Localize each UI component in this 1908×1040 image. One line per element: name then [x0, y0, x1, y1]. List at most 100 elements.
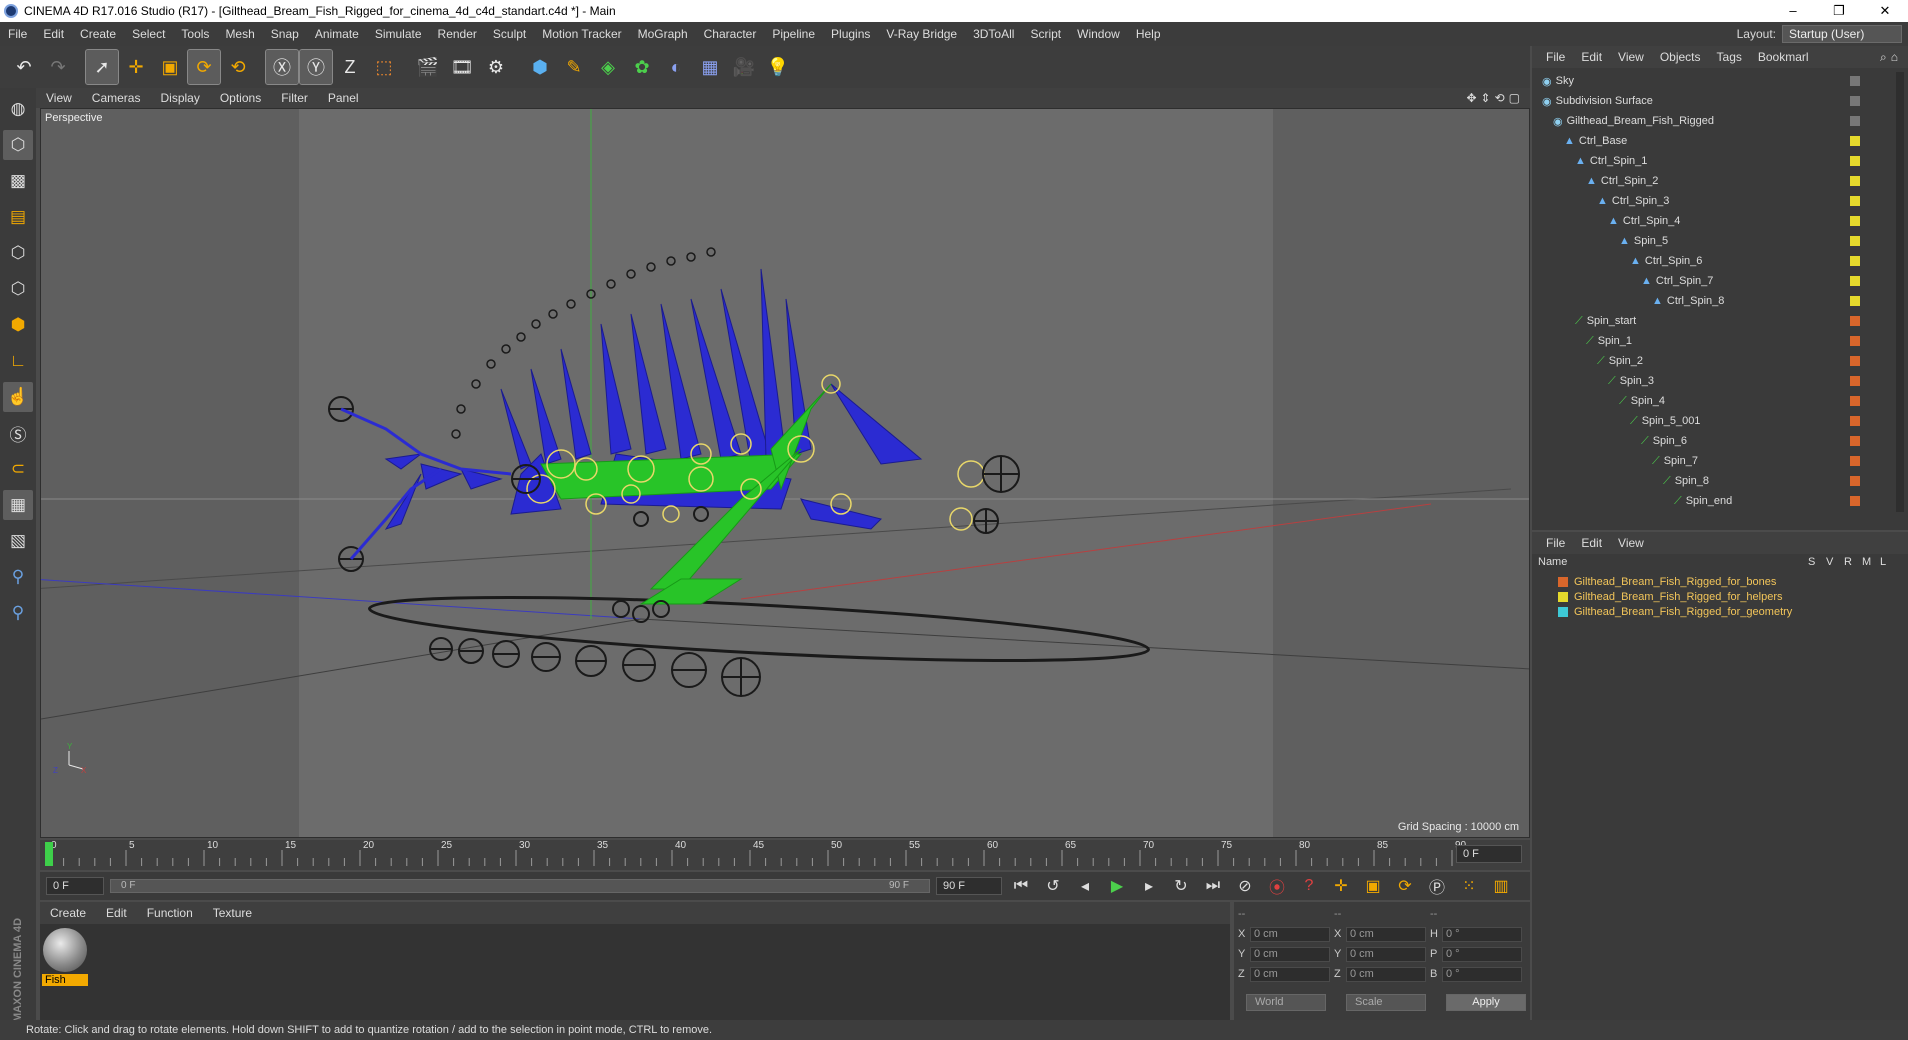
size-x-field[interactable]: 0 cm	[1346, 926, 1426, 942]
viewport-navigation-icons[interactable]: ✥⇕⟲▢	[1466, 91, 1530, 105]
layer-row[interactable]: Gilthead_Bream_Fish_Rigged_for_geometry	[1532, 604, 1892, 619]
magnet-icon[interactable]: ⊂	[3, 454, 33, 484]
pos-y-field[interactable]: 0 cm	[1250, 946, 1330, 962]
menu-mesh[interactable]: Mesh	[217, 27, 262, 41]
object-row[interactable]: ⟋ Spin_end	[1532, 492, 1882, 510]
layer-menu-edit[interactable]: Edit	[1573, 536, 1610, 550]
object-row[interactable]: ▲ Ctrl_Spin_1	[1532, 152, 1882, 170]
previous-key-icon[interactable]: ↺	[1040, 874, 1066, 898]
x-axis-icon[interactable]: Ⓧ	[265, 49, 299, 85]
record-active-icon[interactable]: ⦿	[1264, 874, 1290, 898]
previous-frame-icon[interactable]: ◂	[1072, 874, 1098, 898]
object-menu-bookmarks[interactable]: Bookmarl	[1750, 50, 1817, 64]
points-mode-icon[interactable]: ⬡	[3, 238, 33, 268]
menu-animate[interactable]: Animate	[307, 27, 367, 41]
move-icon[interactable]: ✛	[120, 50, 152, 84]
viewport-menu-cameras[interactable]: Cameras	[82, 91, 151, 105]
menu-select[interactable]: Select	[124, 27, 173, 41]
menu-render[interactable]: Render	[430, 27, 485, 41]
close-icon[interactable]: ✕	[1862, 3, 1908, 19]
edges-mode-icon[interactable]: ⬡	[3, 274, 33, 304]
layer-color-tag[interactable]	[1850, 476, 1860, 486]
layer-color-tag[interactable]	[1850, 436, 1860, 446]
layer-color-swatch[interactable]	[1558, 576, 1568, 587]
play-icon[interactable]: ▶	[1104, 874, 1130, 898]
menu-simulate[interactable]: Simulate	[367, 27, 430, 41]
layer-color-tag[interactable]	[1850, 76, 1860, 86]
object-row[interactable]: ▲ Ctrl_Spin_6	[1532, 252, 1882, 270]
viewport-menu-view[interactable]: View	[36, 91, 82, 105]
object-menu-objects[interactable]: Objects	[1652, 50, 1709, 64]
menu-snap[interactable]: Snap	[263, 27, 307, 41]
render-settings-icon[interactable]: ⚙	[480, 50, 512, 84]
layer-color-tag[interactable]	[1850, 356, 1860, 366]
python-script-icon[interactable]: ⚲	[3, 598, 33, 628]
object-row[interactable]: ▲ Ctrl_Spin_7	[1532, 272, 1882, 290]
material-menu-edit[interactable]: Edit	[96, 906, 137, 920]
object-row[interactable]: ▲ Ctrl_Spin_8	[1532, 292, 1882, 310]
make-editable-icon[interactable]: ◍	[3, 94, 33, 124]
object-row[interactable]: ▲ Ctrl_Spin_2	[1532, 172, 1882, 190]
layer-color-tag[interactable]	[1850, 196, 1860, 206]
menu-motion-tracker[interactable]: Motion Tracker	[534, 27, 629, 41]
material-menu-create[interactable]: Create	[40, 906, 96, 920]
next-frame-icon[interactable]: ▸	[1136, 874, 1162, 898]
cube-icon[interactable]: ⬢	[524, 50, 556, 84]
layer-color-tag[interactable]	[1850, 236, 1860, 246]
render-view-icon[interactable]: 🎬	[412, 50, 444, 84]
viewport-menu-filter[interactable]: Filter	[271, 91, 318, 105]
layer-color-tag[interactable]	[1850, 496, 1860, 506]
object-row[interactable]: ⟋ Spin_3	[1532, 372, 1882, 390]
object-menu-edit[interactable]: Edit	[1573, 50, 1610, 64]
autokey-icon[interactable]: ?	[1296, 874, 1322, 898]
layer-color-tag[interactable]	[1850, 116, 1860, 126]
object-row[interactable]: ◉ Sky	[1532, 72, 1882, 90]
rotate-icon[interactable]: ⟳	[187, 49, 221, 85]
layer-menu-file[interactable]: File	[1538, 536, 1573, 550]
layer-color-tag[interactable]	[1850, 96, 1860, 106]
layer-color-tag[interactable]	[1850, 376, 1860, 386]
menu-pipeline[interactable]: Pipeline	[764, 27, 823, 41]
start-frame-field[interactable]: 0 F	[46, 877, 104, 895]
current-frame-field[interactable]: 0 F	[1456, 845, 1522, 863]
model-mode-icon[interactable]: ⬡	[3, 130, 33, 160]
menu-file[interactable]: File	[0, 27, 35, 41]
python-icon[interactable]: ⚲	[3, 562, 33, 592]
camera-icon[interactable]: 🎥	[728, 50, 760, 84]
layer-row[interactable]: Gilthead_Bream_Fish_Rigged_for_helpers	[1532, 589, 1892, 604]
layer-color-swatch[interactable]	[1558, 591, 1568, 602]
object-row[interactable]: ◉ Subdivision Surface	[1532, 92, 1882, 110]
layer-color-tag[interactable]	[1850, 416, 1860, 426]
live-selection-icon[interactable]: ➚	[85, 49, 119, 85]
current-frame-marker[interactable]	[45, 842, 53, 866]
light-icon[interactable]: 💡	[762, 50, 794, 84]
layer-color-swatch[interactable]	[1558, 606, 1568, 617]
material-fish[interactable]: Fish	[42, 928, 88, 988]
y-axis-icon[interactable]: Ⓨ	[299, 49, 333, 85]
cloner-icon[interactable]: ✿	[626, 50, 658, 84]
object-row[interactable]: ⟋ Spin_2	[1532, 352, 1882, 370]
object-row[interactable]: ⟋ Spin_6	[1532, 432, 1882, 450]
layer-color-tag[interactable]	[1850, 156, 1860, 166]
menu-vray-bridge[interactable]: V-Ray Bridge	[878, 27, 965, 41]
object-row[interactable]: ▲ Ctrl_Spin_3	[1532, 192, 1882, 210]
scale-icon[interactable]: ▣	[154, 50, 186, 84]
object-menu-file[interactable]: File	[1538, 50, 1573, 64]
rot-h-field[interactable]: 0 °	[1442, 926, 1522, 942]
object-row[interactable]: ▲ Spin_5	[1532, 232, 1882, 250]
layer-color-tag[interactable]	[1850, 396, 1860, 406]
key-parameter-icon[interactable]: Ⓟ	[1424, 874, 1450, 898]
tweak-mode-icon[interactable]: ☝	[3, 382, 33, 412]
go-to-end-icon[interactable]: ⏭	[1200, 874, 1226, 898]
material-menu-texture[interactable]: Texture	[203, 906, 262, 920]
deformer-icon[interactable]: ◐	[660, 50, 692, 84]
go-to-start-icon[interactable]: ⏮	[1008, 874, 1034, 898]
menu-help[interactable]: Help	[1128, 27, 1169, 41]
layer-color-tag[interactable]	[1850, 276, 1860, 286]
z-axis-icon[interactable]: Z	[334, 50, 366, 84]
viewport-menu-panel[interactable]: Panel	[318, 91, 369, 105]
menu-character[interactable]: Character	[696, 27, 765, 41]
timeline-window-icon[interactable]: ▥	[1488, 874, 1514, 898]
floor-icon[interactable]: ▦	[694, 50, 726, 84]
object-row[interactable]: ⟋ Spin_1	[1532, 332, 1882, 350]
